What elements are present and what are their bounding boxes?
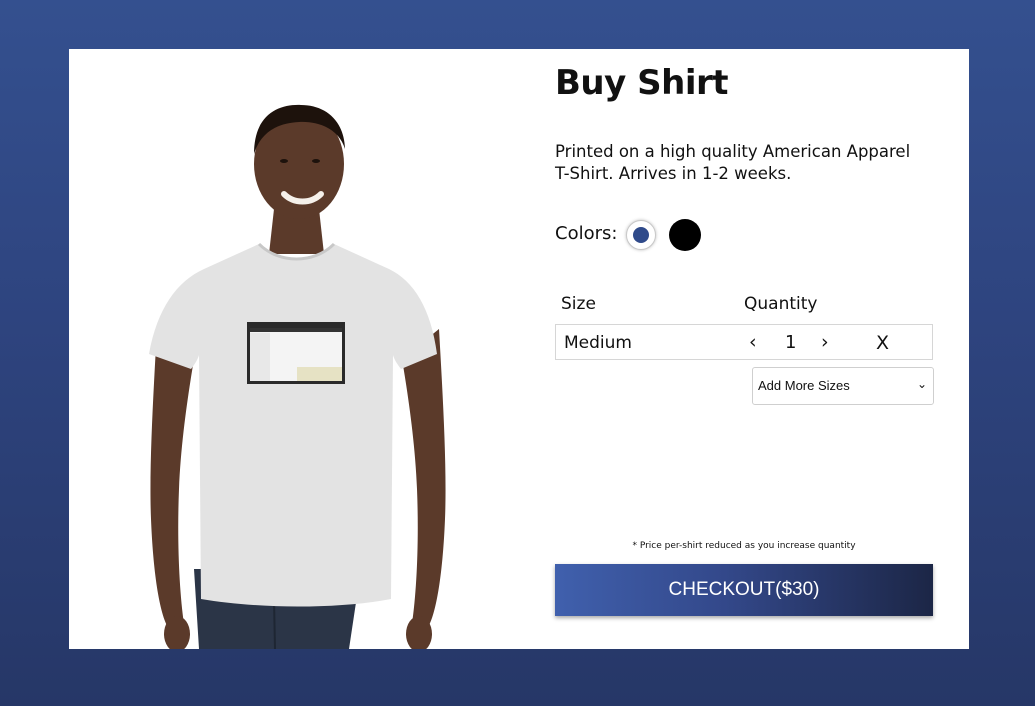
checkout-button[interactable]: CHECKOUT($30) bbox=[555, 564, 933, 616]
size-column-header: Size bbox=[561, 294, 596, 314]
purchase-panel: Buy Shirt Printed on a high quality Amer… bbox=[555, 49, 935, 649]
product-card: Buy Shirt Printed on a high quality Amer… bbox=[69, 49, 969, 649]
item-size: Medium bbox=[564, 333, 632, 353]
quantity-column-header: Quantity bbox=[744, 294, 818, 314]
order-item-row: Medium ‹ 1 › X bbox=[555, 324, 933, 360]
color-swatch-black[interactable] bbox=[669, 219, 701, 251]
selected-color-dot bbox=[633, 227, 649, 243]
shirt-model-photo bbox=[139, 69, 459, 649]
page-title: Buy Shirt bbox=[555, 63, 729, 103]
color-swatch-navy[interactable] bbox=[626, 220, 656, 250]
chevron-down-icon: ⌄ bbox=[916, 377, 927, 391]
color-selector: Colors: bbox=[555, 219, 755, 253]
add-more-sizes-select[interactable]: Add More Sizes ⌄ bbox=[752, 367, 934, 405]
increment-quantity-button[interactable]: › bbox=[821, 331, 829, 353]
decrement-quantity-button[interactable]: ‹ bbox=[749, 331, 757, 353]
quantity-value: 1 bbox=[785, 332, 797, 353]
remove-item-button[interactable]: X bbox=[876, 332, 889, 354]
colors-label: Colors: bbox=[555, 223, 618, 244]
price-note: * Price per-shirt reduced as you increas… bbox=[632, 541, 856, 551]
product-description: Printed on a high quality American Appar… bbox=[555, 142, 911, 183]
add-more-sizes-label: Add More Sizes bbox=[758, 378, 850, 393]
